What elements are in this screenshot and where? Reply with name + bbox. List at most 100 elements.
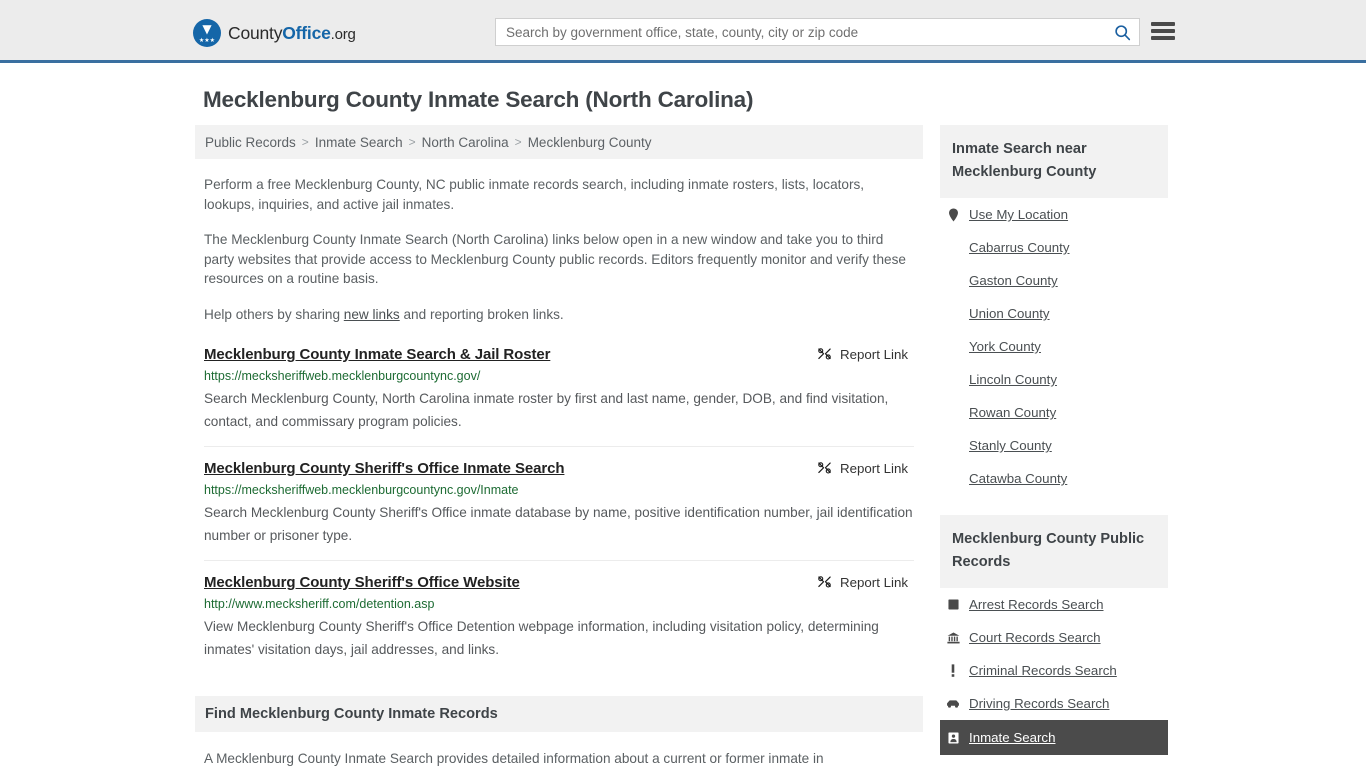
public-records-card-heading: Mecklenburg County Public Records [940, 515, 1168, 588]
breadcrumb-item-north-carolina[interactable]: North Carolina [422, 135, 509, 150]
sidebar-item-arrest-records-search[interactable]: Arrest Records Search [940, 588, 1168, 621]
intro-paragraph-3: Help others by sharing new links and rep… [204, 305, 914, 325]
county-link[interactable]: Gaston County [969, 273, 1058, 288]
records-link-active[interactable]: Inmate Search [969, 730, 1055, 745]
public-records-card: Mecklenburg County Public Records Arrest… [940, 515, 1168, 755]
county-link[interactable]: York County [969, 339, 1041, 354]
hamburger-menu-icon[interactable] [1151, 21, 1175, 41]
nearby-card-heading: Inmate Search near Mecklenburg County [940, 125, 1168, 198]
share-text-after: and reporting broken links. [399, 306, 564, 322]
nearby-county-list: Use My Location Cabarrus County Gaston C… [940, 198, 1168, 495]
county-link[interactable]: Catawba County [969, 471, 1067, 486]
intro-text: Perform a free Mecklenburg County, NC pu… [195, 175, 923, 324]
brand-wordmark: CountyOffice.org [228, 23, 356, 44]
eagle-crest-logo-icon: ▼ ★★★ [193, 19, 221, 47]
records-link[interactable]: Court Records Search [969, 630, 1101, 645]
fingerprint-card-icon [946, 599, 960, 610]
new-links-link[interactable]: new links [344, 307, 400, 322]
breadcrumb-item-inmate-search[interactable]: Inmate Search [315, 135, 403, 150]
car-icon [946, 699, 960, 709]
county-link[interactable]: Lincoln County [969, 372, 1057, 387]
hamburger-bar [1151, 29, 1175, 33]
site-header: ▼ ★★★ CountyOffice.org [0, 0, 1366, 63]
intro-paragraph-2: The Mecklenburg County Inmate Search (No… [204, 232, 906, 286]
exclamation-icon [946, 664, 960, 677]
result-item: Mecklenburg County Sheriff's Office Webs… [204, 574, 914, 674]
results-list: Mecklenburg County Inmate Search & Jail … [195, 346, 923, 674]
breadcrumb-separator: > [301, 135, 309, 149]
report-link-label: Report Link [840, 347, 908, 362]
sidebar-item-court-records-search[interactable]: Court Records Search [940, 621, 1168, 654]
hamburger-bar [1151, 22, 1175, 26]
site-logo[interactable]: ▼ ★★★ CountyOffice.org [193, 19, 356, 47]
sidebar-item-gaston-county[interactable]: Gaston County [940, 264, 1168, 297]
breadcrumb-item-public-records[interactable]: Public Records [205, 135, 296, 150]
county-link[interactable]: Cabarrus County [969, 240, 1070, 255]
breadcrumb-item-mecklenburg-county[interactable]: Mecklenburg County [528, 135, 652, 150]
result-description: View Mecklenburg County Sheriff's Office… [204, 619, 879, 657]
sidebar-item-catawba-county[interactable]: Catawba County [940, 462, 1168, 495]
records-link[interactable]: Driving Records Search [969, 696, 1109, 711]
result-item: Mecklenburg County Inmate Search & Jail … [204, 346, 914, 447]
result-url[interactable]: https://mecksheriffweb.mecklenburgcounty… [204, 369, 914, 383]
map-pin-icon [946, 208, 960, 222]
county-link[interactable]: Stanly County [969, 438, 1052, 453]
result-url[interactable]: http://www.mecksheriff.com/detention.asp [204, 597, 914, 611]
public-records-list: Arrest Records Search Court Records Sear… [940, 588, 1168, 755]
breadcrumb-separator: > [408, 135, 416, 149]
sidebar-item-inmate-search[interactable]: Inmate Search [940, 720, 1168, 755]
sidebar-item-lincoln-county[interactable]: Lincoln County [940, 363, 1168, 396]
search-input[interactable] [496, 19, 1105, 45]
result-header: Mecklenburg County Inmate Search & Jail … [204, 346, 914, 363]
sidebar-item-rowan-county[interactable]: Rowan County [940, 396, 1168, 429]
result-title-link[interactable]: Mecklenburg County Inmate Search & Jail … [204, 346, 550, 363]
report-link-label: Report Link [840, 461, 908, 476]
result-header: Mecklenburg County Sheriff's Office Inma… [204, 460, 914, 477]
broken-link-icon [818, 462, 831, 474]
sidebar-item-union-county[interactable]: Union County [940, 297, 1168, 330]
county-link[interactable]: Rowan County [969, 405, 1056, 420]
main-content: Public Records > Inmate Search > North C… [195, 125, 923, 768]
search-bar [495, 18, 1140, 46]
report-link-button[interactable]: Report Link [817, 461, 908, 476]
brand-part-3: .org [330, 25, 356, 43]
search-button[interactable] [1105, 19, 1139, 45]
breadcrumb: Public Records > Inmate Search > North C… [195, 125, 923, 159]
result-header: Mecklenburg County Sheriff's Office Webs… [204, 574, 914, 591]
find-records-body: A Mecklenburg County Inmate Search provi… [195, 749, 923, 768]
use-my-location-link[interactable]: Use My Location [969, 207, 1068, 222]
county-link[interactable]: Union County [969, 306, 1050, 321]
sidebar-item-criminal-records-search[interactable]: Criminal Records Search [940, 654, 1168, 687]
result-url[interactable]: https://mecksheriffweb.mecklenburgcounty… [204, 483, 914, 497]
brand-part-2: Office [282, 22, 331, 43]
find-records-paragraph: A Mecklenburg County Inmate Search provi… [204, 751, 824, 766]
sidebar: Inmate Search near Mecklenburg County Us… [940, 125, 1168, 768]
brand-part-1: County [228, 22, 283, 43]
report-link-button[interactable]: Report Link [817, 347, 908, 362]
page-title: Mecklenburg County Inmate Search (North … [203, 87, 754, 112]
breadcrumb-separator: > [514, 135, 522, 149]
records-link[interactable]: Arrest Records Search [969, 597, 1104, 612]
result-title-link[interactable]: Mecklenburg County Sheriff's Office Inma… [204, 460, 565, 477]
broken-link-icon [818, 348, 831, 360]
intro-paragraph-1: Perform a free Mecklenburg County, NC pu… [204, 177, 865, 212]
courthouse-icon [946, 631, 960, 644]
sidebar-item-stanly-county[interactable]: Stanly County [940, 429, 1168, 462]
records-link[interactable]: Criminal Records Search [969, 663, 1117, 678]
share-text-before: Help others by sharing [204, 306, 344, 322]
result-title-link[interactable]: Mecklenburg County Sheriff's Office Webs… [204, 574, 520, 591]
sidebar-item-use-my-location[interactable]: Use My Location [940, 198, 1168, 231]
find-records-heading: Find Mecklenburg County Inmate Records [195, 696, 923, 732]
sidebar-item-york-county[interactable]: York County [940, 330, 1168, 363]
result-item: Mecklenburg County Sheriff's Office Inma… [204, 460, 914, 561]
hamburger-bar [1151, 36, 1175, 40]
inmate-card-icon [946, 732, 960, 744]
report-link-button[interactable]: Report Link [817, 575, 908, 590]
search-icon [1114, 24, 1130, 40]
result-description: Search Mecklenburg County Sheriff's Offi… [204, 505, 913, 543]
result-description: Search Mecklenburg County, North Carolin… [204, 391, 889, 429]
report-link-label: Report Link [840, 575, 908, 590]
sidebar-item-driving-records-search[interactable]: Driving Records Search [940, 687, 1168, 720]
sidebar-item-cabarrus-county[interactable]: Cabarrus County [940, 231, 1168, 264]
nearby-inmate-search-card: Inmate Search near Mecklenburg County Us… [940, 125, 1168, 495]
